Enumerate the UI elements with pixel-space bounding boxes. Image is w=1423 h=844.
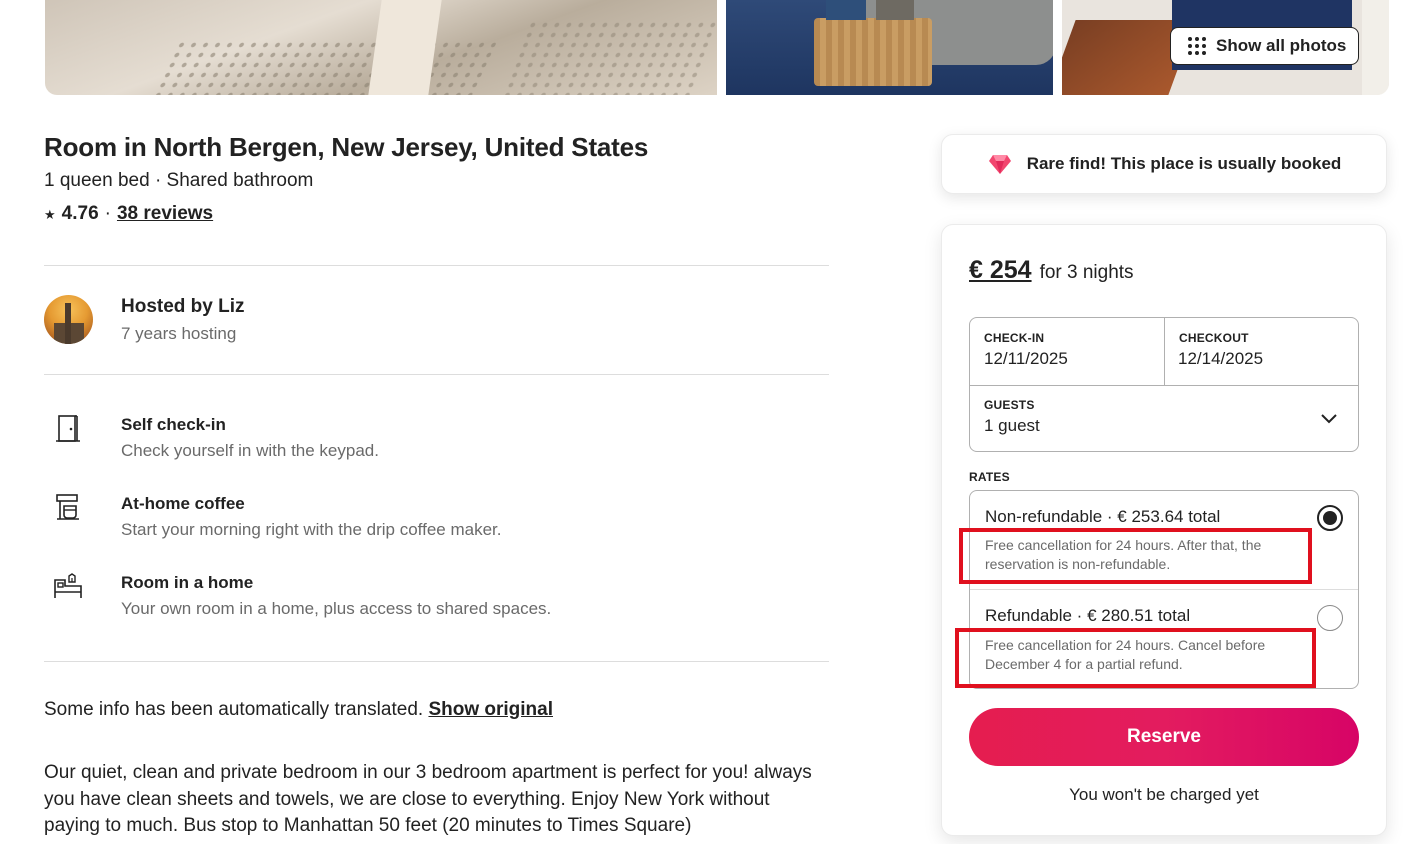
host-avatar[interactable] xyxy=(44,295,93,344)
listing-photo-2[interactable] xyxy=(726,0,1053,95)
photo-detail xyxy=(152,40,498,95)
checkout-value: 12/14/2025 xyxy=(1178,349,1264,368)
photo-detail xyxy=(814,0,932,86)
section-divider xyxy=(44,661,829,662)
room-bed-icon xyxy=(54,573,82,598)
checkin-label: CHECK-IN xyxy=(984,331,1045,345)
rates-label: RATES xyxy=(969,470,1010,484)
coffee-maker-icon xyxy=(56,494,79,520)
price-suffix: for 3 nights xyxy=(1039,262,1134,283)
rate-title: Refundable · € 280.51 total xyxy=(985,606,1191,625)
translation-note-text: Some info has been automatically transla… xyxy=(44,699,424,720)
guests-value: 1 guest xyxy=(984,416,1040,435)
reviews-link[interactable]: 38 reviews xyxy=(117,203,213,225)
feature-title: At-home coffee xyxy=(121,494,245,513)
show-all-photos-button[interactable]: Show all photos xyxy=(1170,27,1359,65)
no-charge-note: You won't be charged yet xyxy=(1069,785,1259,804)
feature-description: Check yourself in with the keypad. xyxy=(121,441,379,460)
feature-title: Self check-in xyxy=(121,415,226,434)
rate-radio-refundable[interactable] xyxy=(1317,605,1343,631)
checkout-label: CHECKOUT xyxy=(1179,331,1249,345)
show-all-photos-label: Show all photos xyxy=(1216,36,1347,55)
rating-value: 4.76 xyxy=(61,203,99,224)
host-years: 7 years hosting xyxy=(121,324,237,343)
listing-photo-1[interactable] xyxy=(45,0,717,95)
reserve-button[interactable]: Reserve xyxy=(969,708,1359,766)
photo-detail xyxy=(1362,0,1389,95)
translation-note: Some info has been automatically transla… xyxy=(44,699,553,721)
grid-dots-icon xyxy=(1188,37,1206,55)
checkin-value: 12/11/2025 xyxy=(984,349,1068,368)
total-price[interactable]: € 254 xyxy=(969,256,1032,285)
price-row: € 254 for 3 nights xyxy=(969,256,1134,285)
feature-description: Start your morning right with the drip c… xyxy=(121,520,502,539)
host-name: Hosted by Liz xyxy=(121,296,245,317)
checkin-field[interactable]: CHECK-IN 12/11/2025 xyxy=(970,318,1163,384)
feature-description: Your own room in a home, plus access to … xyxy=(121,599,552,618)
star-icon: ★ xyxy=(44,207,56,222)
rating-row: ★ 4.76 · 38 reviews xyxy=(44,203,213,225)
highlight-box xyxy=(959,528,1312,584)
door-icon xyxy=(56,415,80,442)
diamond-icon xyxy=(988,155,1011,174)
section-divider xyxy=(44,374,829,375)
highlight-box xyxy=(955,628,1316,688)
rating-separator: · xyxy=(104,203,111,224)
show-original-link[interactable]: Show original xyxy=(428,699,553,720)
checkout-field[interactable]: CHECKOUT 12/14/2025 xyxy=(1164,318,1358,384)
photo-detail xyxy=(501,20,717,95)
feature-title: Room in a home xyxy=(121,573,254,592)
section-divider xyxy=(44,265,829,266)
guests-label: GUESTS xyxy=(984,398,1035,412)
listing-title: Room in North Bergen, New Jersey, United… xyxy=(44,132,649,162)
rate-radio-nonrefundable[interactable] xyxy=(1317,505,1343,531)
rare-find-text: Rare find! This place is usually booked xyxy=(1026,154,1342,173)
rate-title: Non-refundable · € 253.64 total xyxy=(985,507,1221,526)
listing-description: Our quiet, clean and private bedroom in … xyxy=(44,762,812,836)
listing-subtitle: 1 queen bed · Shared bathroom xyxy=(44,170,314,191)
guests-field[interactable]: GUESTS 1 guest xyxy=(970,385,1358,451)
chevron-down-icon[interactable] xyxy=(1320,410,1338,428)
rare-find-banner: Rare find! This place is usually booked xyxy=(941,134,1387,194)
